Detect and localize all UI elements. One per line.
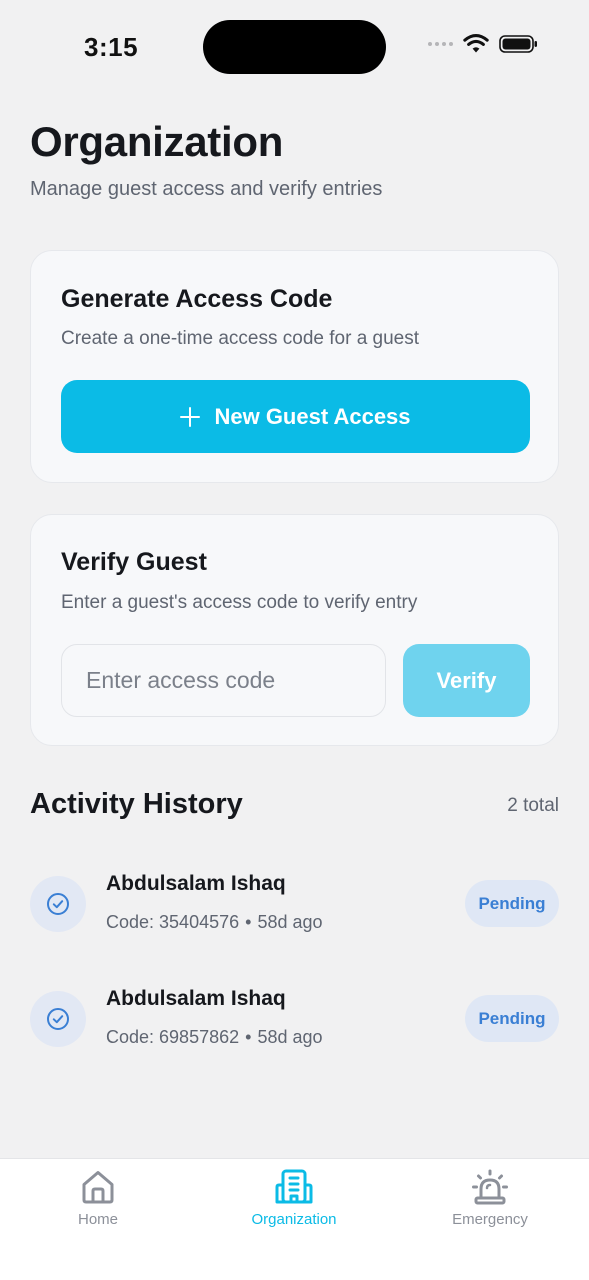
tab-emergency-label: Emergency bbox=[452, 1211, 528, 1228]
access-code-input[interactable] bbox=[61, 644, 386, 717]
verify-button[interactable]: Verify bbox=[403, 644, 530, 717]
building-icon bbox=[275, 1169, 313, 1204]
check-circle-icon bbox=[30, 876, 86, 932]
tab-organization-label: Organization bbox=[251, 1211, 337, 1228]
dynamic-island bbox=[203, 20, 386, 74]
page-title: Organization bbox=[30, 118, 284, 165]
guest-meta: Code: 69857862 • 58d ago bbox=[106, 1027, 323, 1048]
new-guest-access-label: New Guest Access bbox=[214, 403, 411, 429]
guest-name: Abdulsalam Ishaq bbox=[106, 987, 286, 1010]
activity-history-title: Activity History bbox=[30, 788, 243, 820]
guest-meta: Code: 35404576 • 58d ago bbox=[106, 912, 323, 933]
generate-card-description: Create a one-time access code for a gues… bbox=[61, 328, 420, 349]
guest-code: Code: 69857862 bbox=[106, 1027, 240, 1047]
tab-bar: Home Organization Emergency bbox=[0, 1158, 589, 1280]
generate-access-card: Generate Access Code Create a one-time a… bbox=[30, 250, 559, 483]
tab-home[interactable]: Home bbox=[18, 1167, 178, 1237]
guest-name: Abdulsalam Ishaq bbox=[106, 872, 286, 895]
plus-icon bbox=[180, 406, 201, 427]
activity-count: 2 total bbox=[507, 795, 559, 816]
check-circle-icon bbox=[30, 991, 86, 1047]
activity-item[interactable]: Abdulsalam Ishaq Code: 35404576 • 58d ago … bbox=[30, 864, 559, 944]
tab-home-label: Home bbox=[77, 1211, 118, 1228]
status-icons bbox=[428, 34, 539, 54]
siren-icon bbox=[472, 1169, 508, 1205]
tab-emergency[interactable]: Emergency bbox=[410, 1167, 570, 1237]
page-subtitle: Manage guest access and verify entries bbox=[30, 178, 383, 200]
status-badge: Pending bbox=[465, 880, 559, 927]
verify-card-description: Enter a guest's access code to verify en… bbox=[61, 592, 418, 613]
guest-code: Code: 35404576 bbox=[106, 912, 240, 932]
tab-organization[interactable]: Organization bbox=[214, 1167, 374, 1237]
wifi-icon bbox=[463, 34, 489, 53]
status-bar: 3:15 bbox=[0, 0, 589, 96]
status-time: 3:15 bbox=[84, 32, 139, 62]
cellular-signal-icon bbox=[428, 42, 453, 46]
guest-time: 58d ago bbox=[257, 1027, 323, 1047]
verify-guest-card: Verify Guest Enter a guest's access code… bbox=[30, 514, 559, 746]
status-badge: Pending bbox=[465, 995, 559, 1042]
guest-time: 58d ago bbox=[257, 912, 323, 932]
battery-icon bbox=[499, 35, 537, 53]
generate-card-title: Generate Access Code bbox=[61, 285, 333, 313]
verify-card-title: Verify Guest bbox=[61, 548, 207, 576]
meta-separator: • bbox=[245, 1027, 252, 1047]
organization-screen: 3:15 Organization Manage guest access an… bbox=[0, 0, 589, 1280]
activity-item[interactable]: Abdulsalam Ishaq Code: 69857862 • 58d ago … bbox=[30, 979, 559, 1059]
new-guest-access-button[interactable]: New Guest Access bbox=[61, 380, 530, 453]
meta-separator: • bbox=[245, 912, 252, 932]
home-icon bbox=[82, 1171, 114, 1204]
